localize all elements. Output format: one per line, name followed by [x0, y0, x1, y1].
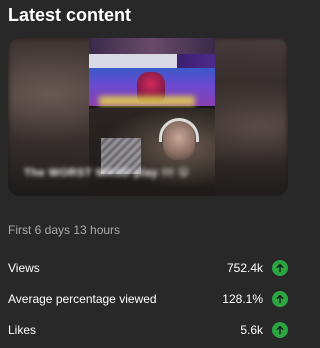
game-scorebar — [89, 54, 215, 68]
metric-value: 752.4k — [226, 261, 263, 275]
blurred-overlay-text — [99, 96, 195, 106]
metric-label: Likes — [8, 323, 37, 337]
video-thumbnail[interactable]: The WORST WASD play !!! 😮 — [8, 38, 288, 196]
metric-label: Views — [8, 261, 40, 275]
arrow-up-icon — [272, 291, 288, 307]
metric-value: 128.1% — [222, 292, 263, 306]
thumbnail-caption: The WORST WASD play !!! 😮 — [24, 167, 190, 179]
metric-label: Average percentage viewed — [8, 292, 157, 306]
metric-row-likes: Likes 5.6k — [8, 321, 288, 339]
arrow-up-icon — [272, 260, 288, 276]
metric-value: 5.6k — [240, 323, 263, 337]
metric-row-average-percentage-viewed: Average percentage viewed 128.1% — [8, 290, 288, 308]
arrow-up-icon — [272, 322, 288, 338]
period-label: First 6 days 13 hours — [8, 223, 121, 237]
metric-row-views: Views 752.4k — [8, 259, 288, 277]
card-title: Latest content — [8, 5, 132, 25]
